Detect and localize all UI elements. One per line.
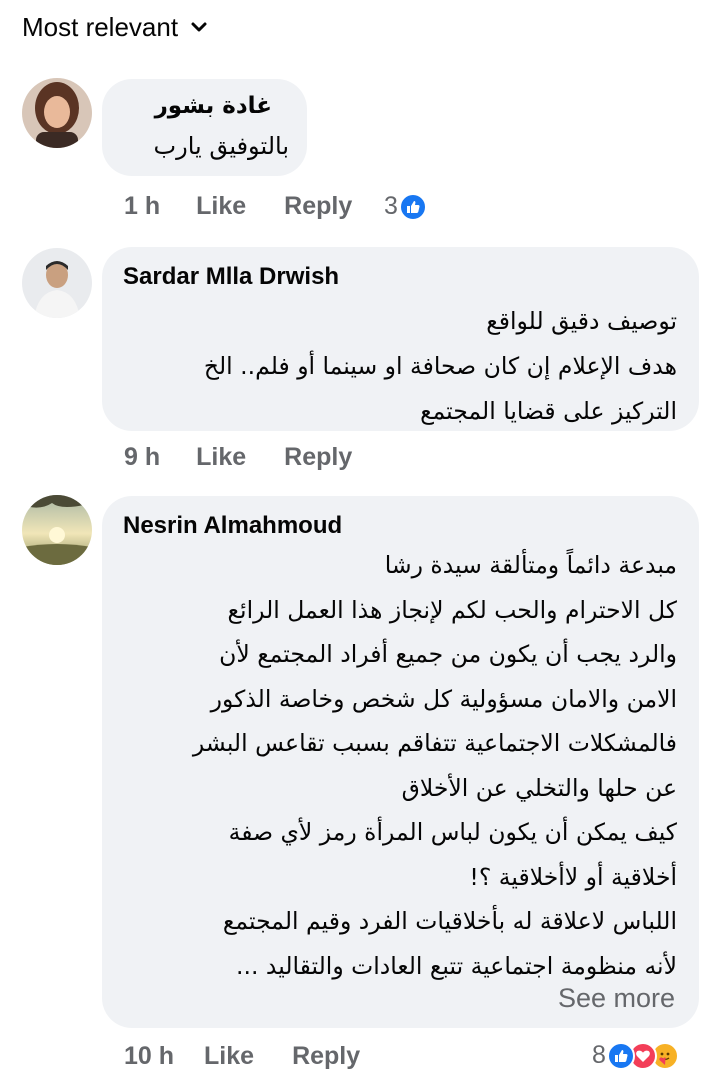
comment-author[interactable]: Sardar Mlla Drwish — [123, 263, 339, 291]
reply-button[interactable]: Reply — [292, 1042, 360, 1071]
avatar[interactable] — [22, 248, 92, 318]
comment-timestamp[interactable]: 9 h — [124, 443, 160, 472]
see-more-link[interactable]: See more — [558, 983, 675, 1014]
sort-label: Most relevant — [22, 11, 179, 42]
avatar[interactable] — [22, 495, 92, 565]
reaction-summary[interactable]: 3 — [384, 192, 427, 221]
chevron-down-icon — [191, 22, 207, 32]
comment-bubble: Nesrin Almahmoud مبدعة دائماً ومتألقة سي… — [102, 496, 699, 1028]
comment-timestamp[interactable]: 1 h — [124, 192, 160, 221]
sort-dropdown[interactable]: Most relevant — [22, 10, 208, 44]
reaction-count: 3 — [384, 192, 398, 220]
reaction-count: 8 — [592, 1041, 606, 1069]
reaction-summary[interactable]: 8 — [592, 1041, 679, 1070]
comment-timestamp[interactable]: 10 h — [124, 1042, 174, 1071]
comment-actions: 10 h Like Reply — [124, 1042, 360, 1071]
comment-author[interactable]: Nesrin Almahmoud — [123, 512, 342, 540]
comment-body: بالتوفيق يارب — [153, 132, 289, 160]
like-icon — [606, 1041, 635, 1070]
comment-actions: 9 h Like Reply — [124, 443, 352, 472]
like-button[interactable]: Like — [204, 1042, 254, 1071]
comment-body: توصيف دقيق للواقع هدف الإعلام إن كان صحا… — [203, 307, 677, 425]
comment-author[interactable]: غادة بشور — [120, 93, 272, 119]
reply-button[interactable]: Reply — [284, 443, 352, 472]
like-icon — [398, 192, 427, 221]
comment-bubble: غادة بشور بالتوفيق يارب — [102, 79, 307, 176]
like-button[interactable]: Like — [196, 192, 246, 221]
like-button[interactable]: Like — [196, 443, 246, 472]
avatar[interactable] — [22, 78, 92, 148]
comment-actions: 1 h Like Reply — [124, 192, 352, 221]
comment-bubble: Sardar Mlla Drwish توصيف دقيق للواقع هدف… — [102, 247, 699, 431]
comment-body: مبدعة دائماً ومتألقة سيدة رشا كل الاحترا… — [192, 551, 677, 980]
reply-button[interactable]: Reply — [284, 192, 352, 221]
